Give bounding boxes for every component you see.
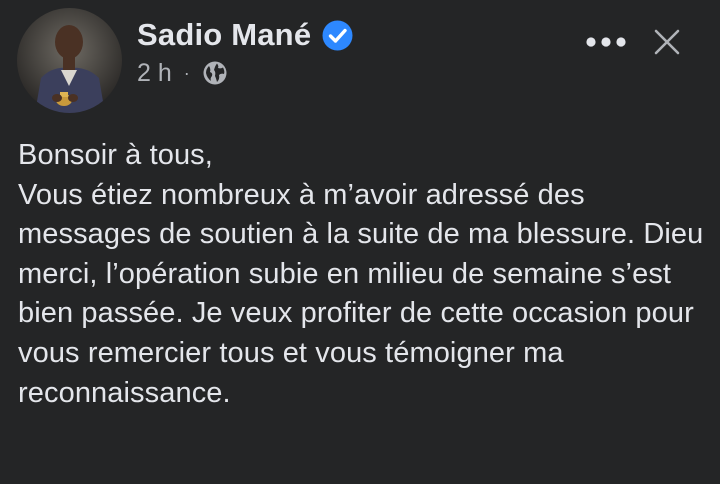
author-name[interactable]: Sadio Mané [137,17,311,53]
post-timestamp[interactable]: 2 h [137,59,172,88]
close-icon [654,29,680,55]
avatar-image [17,8,122,113]
post-text: Bonsoir à tous, Vous étiez nombreux à m’… [18,139,704,409]
post-card: Sadio Mané 2 h · Bonsoir à tous, Vous ét… [0,0,720,484]
globe-icon[interactable] [202,60,228,86]
meta-separator: · [183,62,190,83]
author-avatar[interactable] [17,8,122,113]
verified-badge-icon [322,20,353,51]
more-options-icon [586,37,626,47]
author-row: Sadio Mané [137,14,353,56]
post-meta: 2 h · [137,56,228,90]
close-button[interactable] [651,26,683,58]
more-options-button[interactable] [583,24,629,60]
